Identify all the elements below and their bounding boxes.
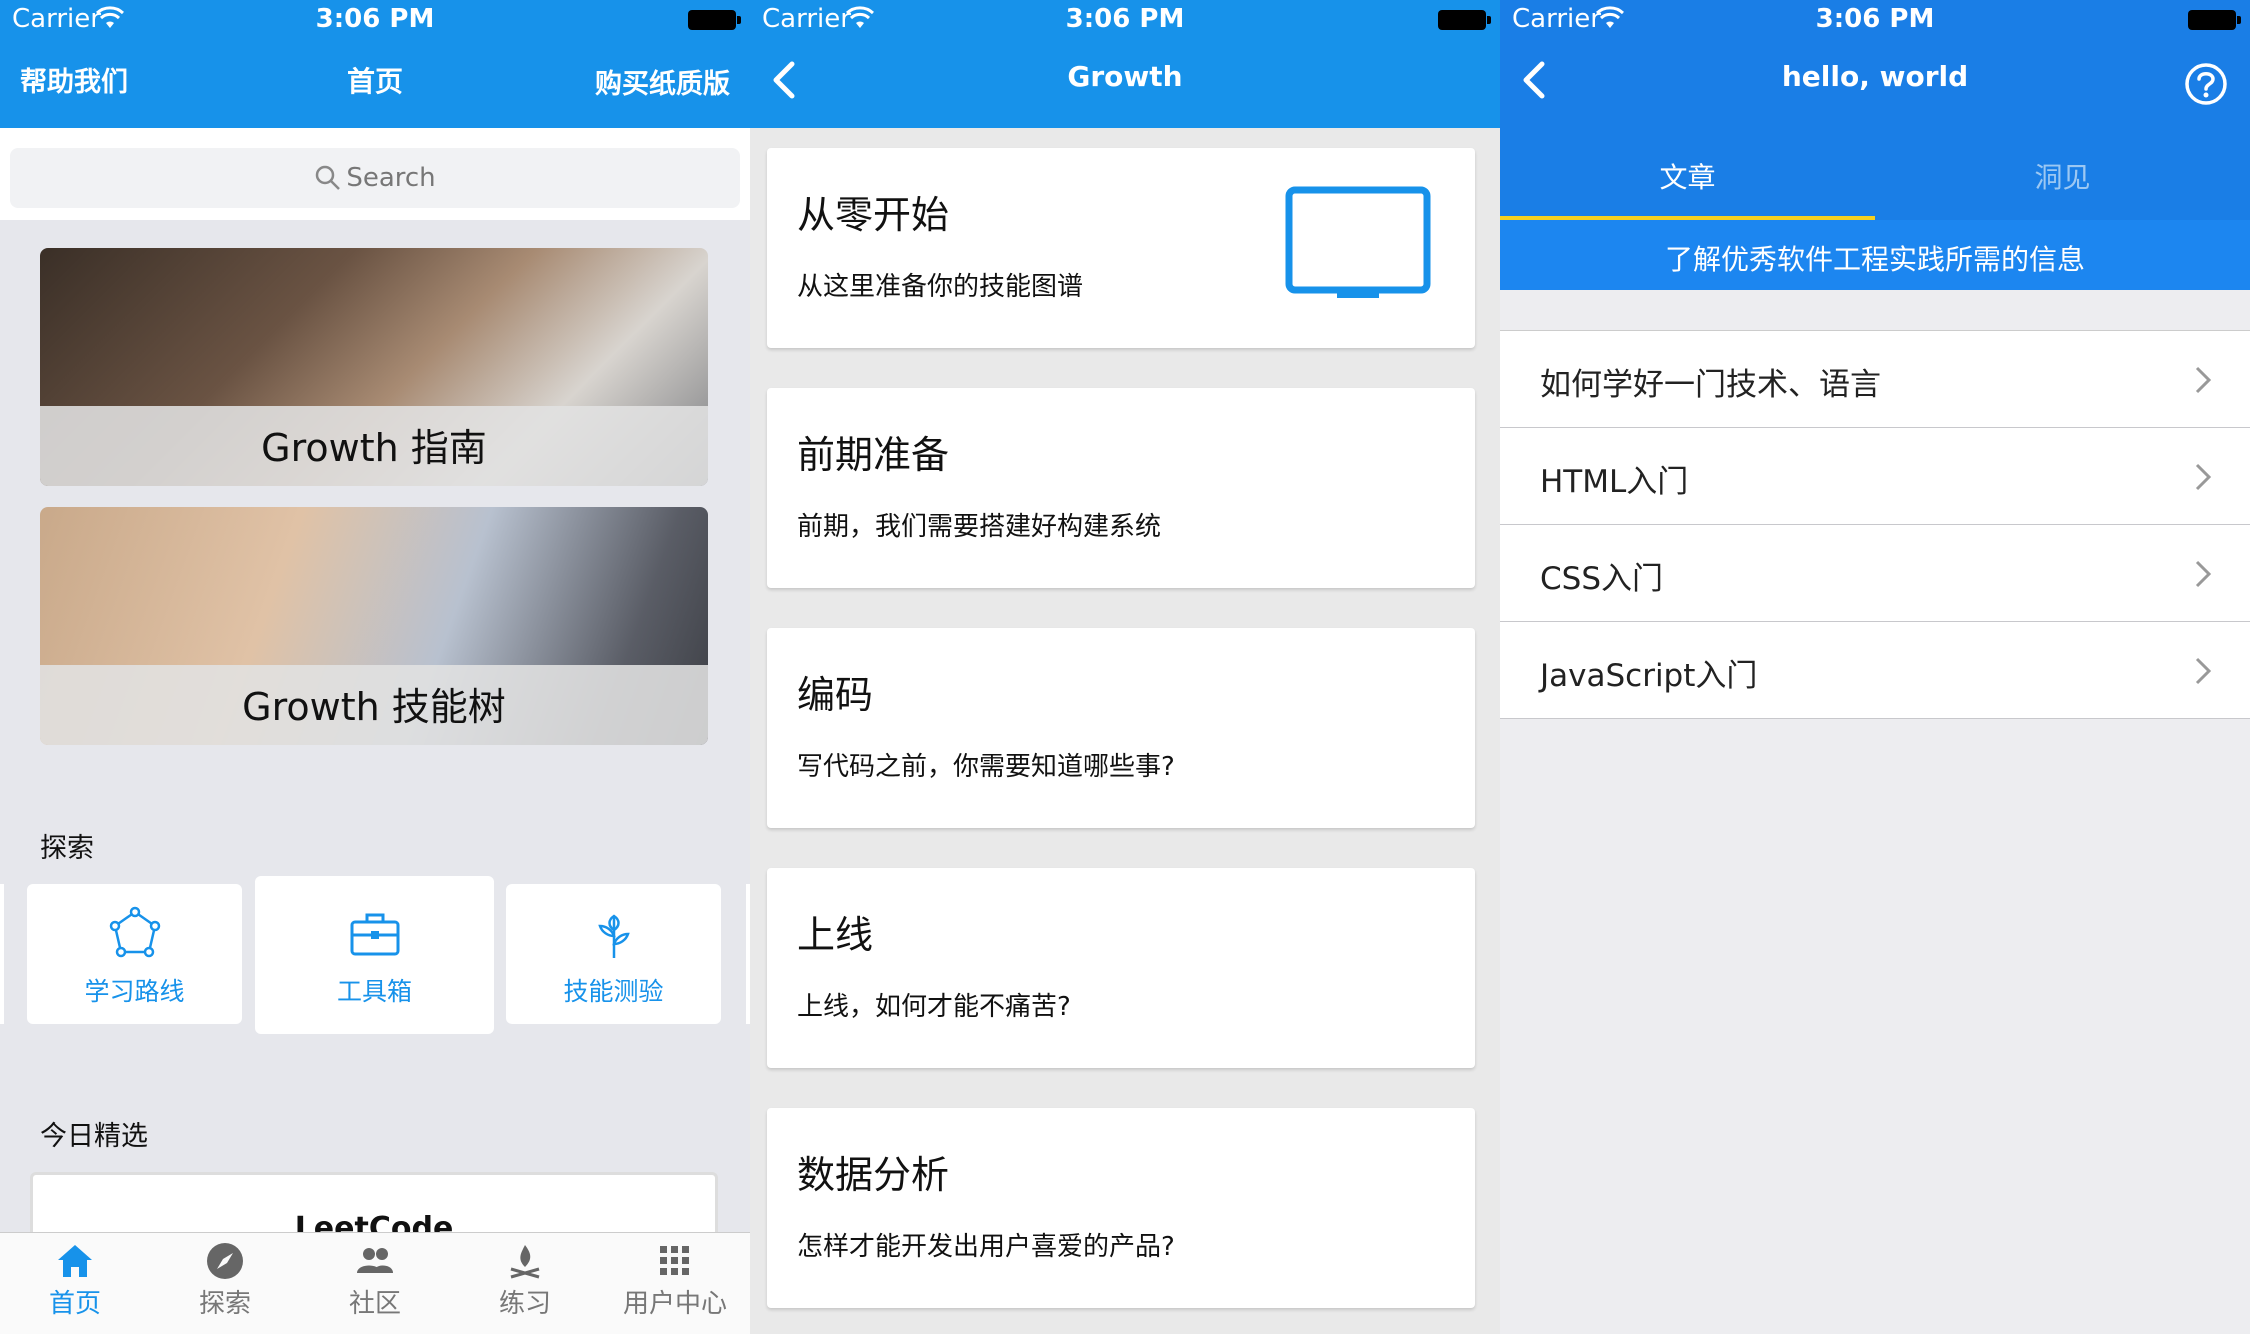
buy-print-button[interactable]: 购买纸质版 [595,62,730,101]
topic-subtitle: 写代码之前，你需要知道哪些事? [797,752,1175,782]
list-item[interactable]: CSS入门 [1500,525,2250,622]
list-item-label: HTML入门 [1540,464,1689,500]
battery-icon [688,10,741,30]
banner-growth-skilltree[interactable]: Growth 技能树 [40,507,708,745]
topic-subtitle: 怎样才能开发出用户喜爱的产品? [797,1232,1175,1262]
chevron-right-icon [2195,657,2212,685]
list-item[interactable]: JavaScript入门 [1500,622,2250,719]
topic-title: 编码 [797,673,874,717]
tab-home[interactable]: 首页 [0,1233,150,1334]
search-icon [316,165,341,190]
route-icon [109,906,160,958]
toolbox-icon [350,913,399,956]
battery-icon [1438,10,1491,30]
compass-icon [207,1243,243,1279]
search-input[interactable]: Search [10,148,740,208]
tab-label: 用户中心 [622,1289,727,1319]
home-screen: Carrier 3:06 PM 帮助我们 首页 购买纸质版 Search Gro… [0,0,750,1334]
tab-label: 社区 [348,1289,401,1319]
tab-insights[interactable]: 洞见 [1875,128,2250,220]
topic-card[interactable]: 前期准备 前期，我们需要搭建好构建系统 [767,388,1475,588]
grid-icon [660,1246,689,1275]
explore-label: 技能测验 [563,977,664,1006]
segmented-tabs: 文章 洞见 [1500,128,2250,220]
featured-section-title: 今日精选 [40,1121,148,1152]
tab-label: 洞见 [2034,161,2091,194]
explore-skill-test[interactable]: 技能测验 [506,884,721,1024]
tab-label: 文章 [1659,161,1716,194]
tab-user-center[interactable]: 用户中心 [600,1233,750,1334]
page-title: Growth [1067,60,1183,93]
tab-explore[interactable]: 探索 [150,1233,300,1334]
topic-title: 上线 [797,913,874,957]
topic-subtitle: 前期，我们需要搭建好构建系统 [797,512,1162,542]
tab-label: 练习 [498,1289,551,1319]
topic-subtitle: 从这里准备你的技能图谱 [797,272,1084,302]
explore-label: 工具箱 [336,977,412,1006]
help-icon[interactable] [2184,62,2228,106]
topic-card[interactable]: 从零开始 从这里准备你的技能图谱 [767,148,1475,348]
banner-caption: Growth 指南 [261,426,487,470]
sprout-icon [597,914,630,958]
battery-icon [2188,10,2241,30]
list-item[interactable]: 如何学好一门技术、语言 [1500,331,2250,428]
clock: 3:06 PM [1065,4,1185,34]
tab-articles[interactable]: 文章 [1500,128,1875,220]
status-bar: Carrier 3:06 PM [0,0,750,40]
topic-title: 数据分析 [797,1153,950,1197]
list-item-label: CSS入门 [1540,561,1664,597]
status-bar: Carrier 3:06 PM [1500,0,2250,40]
explore-section-title: 探索 [40,833,94,864]
tab-community[interactable]: 社区 [300,1233,450,1334]
page-title: hello, world [1781,60,1969,93]
clock: 3:06 PM [1815,4,1935,34]
monitor-icon [1285,186,1431,298]
tab-bar: 首页 探索 社区 练习 用户中心 [0,1232,750,1334]
growth-navbar: Carrier 3:06 PM Growth [750,0,1500,128]
home-navbar: Carrier 3:06 PM 帮助我们 首页 购买纸质版 [0,0,750,128]
home-icon [58,1245,92,1277]
topic-card[interactable]: 编码 写代码之前，你需要知道哪些事? [767,628,1475,828]
tab-label: 探索 [198,1289,251,1319]
search-container: Search [0,128,750,220]
search-placeholder: Search [346,163,436,193]
chevron-right-icon [2195,463,2212,491]
clock: 3:06 PM [315,4,435,34]
hello-navbar: Carrier 3:06 PM hello, world [1500,0,2250,128]
explore-learning-path[interactable]: 学习路线 [27,884,242,1024]
chevron-right-icon [2195,366,2212,394]
explore-toolbox[interactable]: 工具箱 [255,876,494,1034]
chevron-right-icon [2195,560,2212,588]
explore-label: 学习路线 [84,977,185,1006]
tab-label: 首页 [48,1289,101,1319]
topic-title: 前期准备 [797,433,950,477]
list-item-label: JavaScript入门 [1540,658,1758,694]
topic-subtitle: 上线，如何才能不痛苦? [797,992,1071,1022]
hello-world-screen: Carrier 3:06 PM hello, world 文章 洞见 了解优秀软… [1500,0,2250,1334]
list-item-label: 如何学好一门技术、语言 [1540,367,1881,403]
list-item[interactable]: HTML入门 [1500,428,2250,525]
topic-card[interactable]: 数据分析 怎样才能开发出用户喜爱的产品? [767,1108,1475,1308]
campfire-icon [510,1245,540,1279]
people-icon [357,1248,393,1273]
topic-title: 从零开始 [797,193,950,237]
status-bar: Carrier 3:06 PM [750,0,1500,40]
info-banner: 了解优秀软件工程实践所需的信息 [1500,220,2250,290]
topic-card[interactable]: 上线 上线，如何才能不痛苦? [767,868,1475,1068]
banner-growth-guide[interactable]: Growth 指南 [40,248,708,486]
tab-practice[interactable]: 练习 [450,1233,600,1334]
banner-caption: Growth 技能树 [242,685,506,729]
article-list: 如何学好一门技术、语言 HTML入门 CSS入门 JavaScript入门 [1500,330,2250,719]
growth-screen: Carrier 3:06 PM Growth 从零开始 从这里准备你的技能图谱 … [750,0,1500,1334]
